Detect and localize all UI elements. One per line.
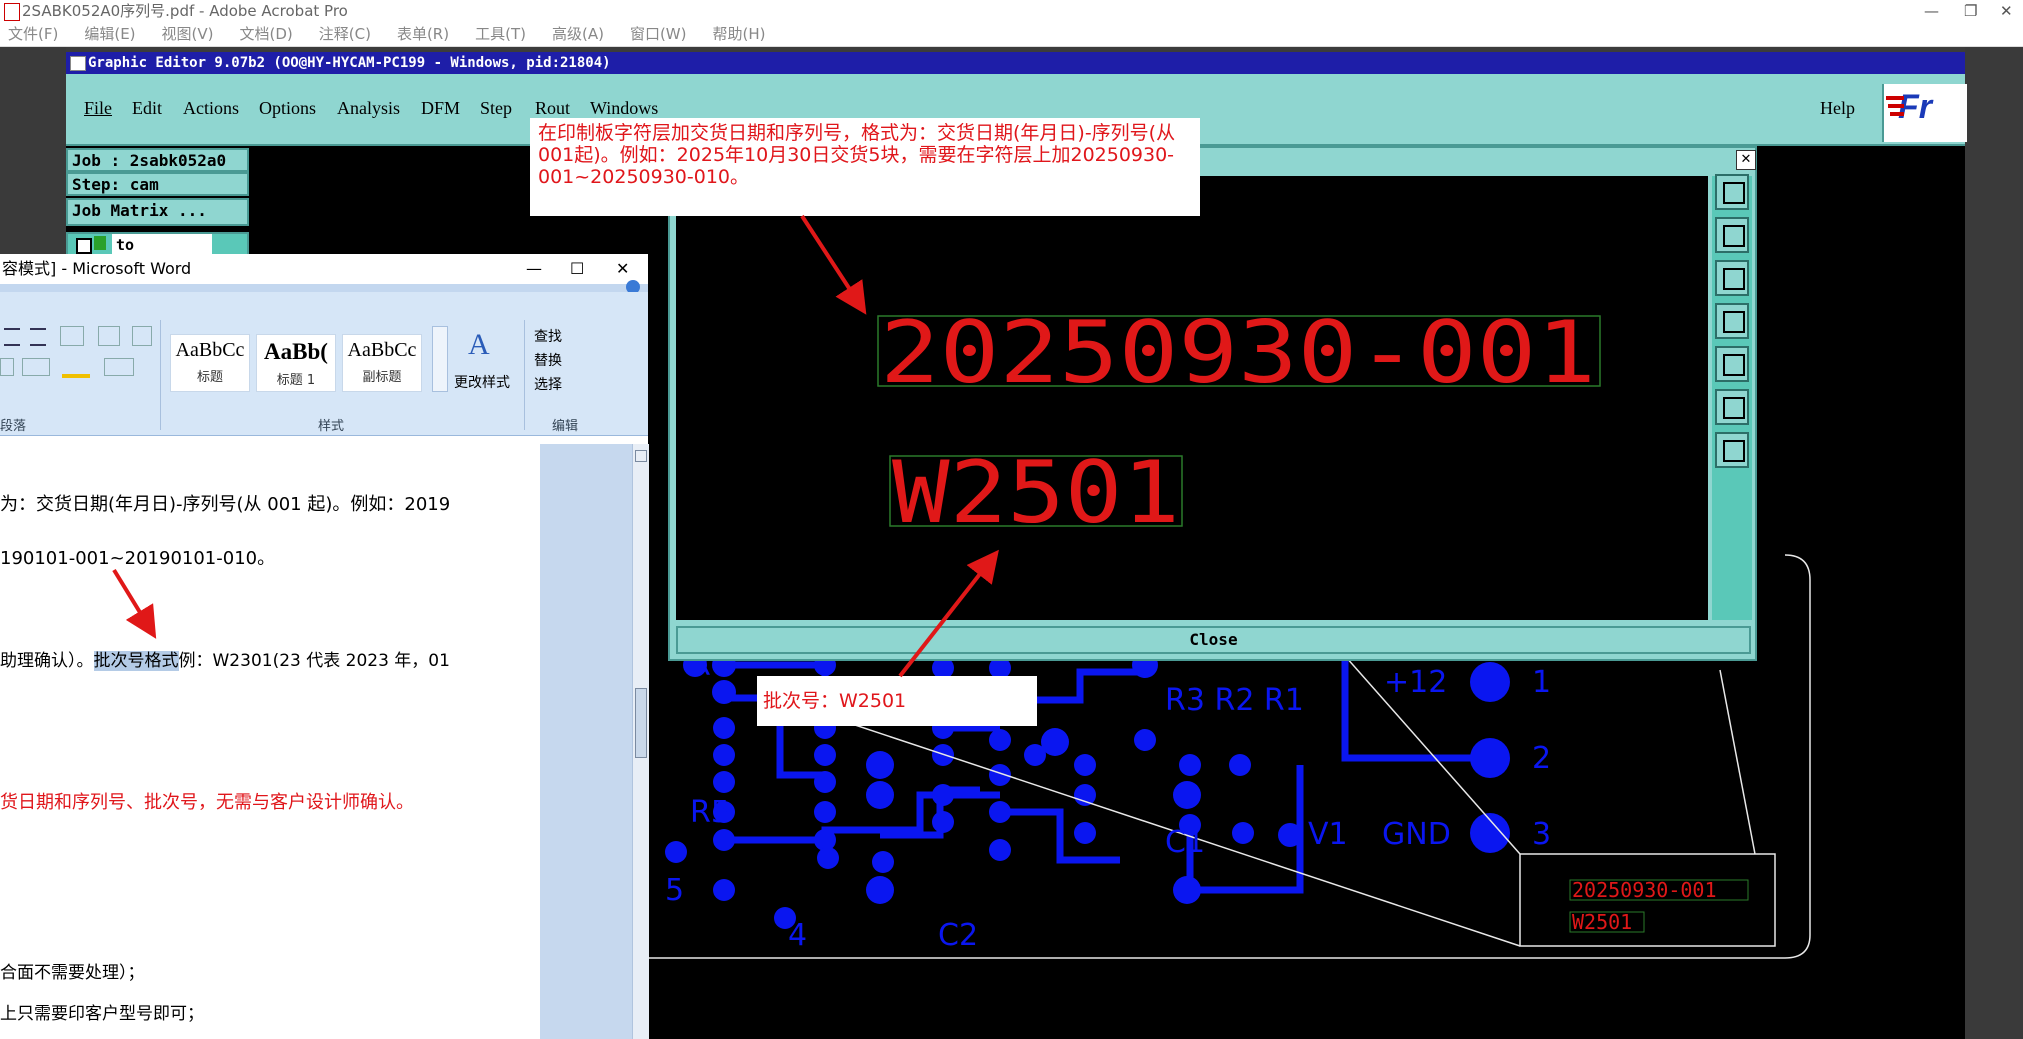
- arrow-to-batch: [898, 549, 999, 678]
- arrow-to-highlight: [112, 568, 157, 639]
- arrow-to-date: [800, 214, 867, 315]
- arrow-overlay: [112, 214, 999, 678]
